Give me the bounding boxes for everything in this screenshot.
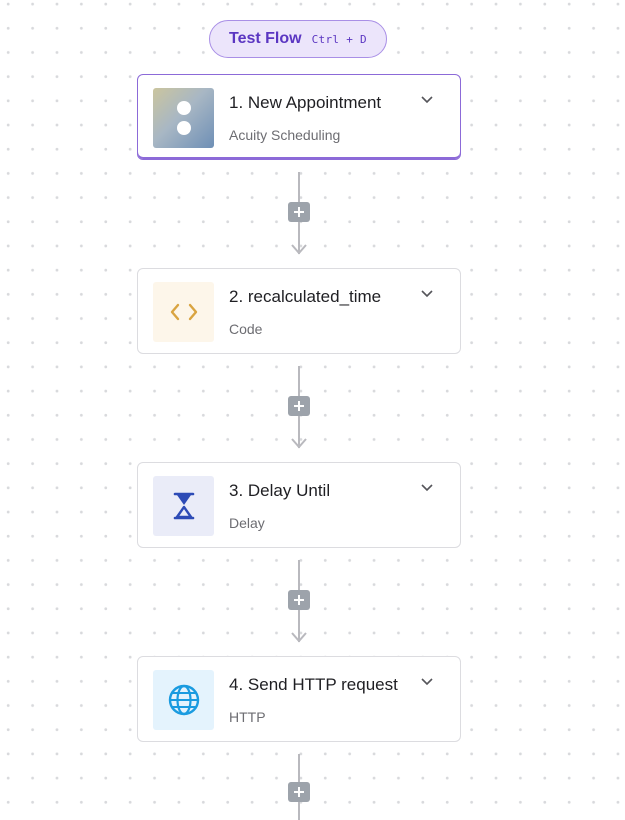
- plus-icon: [294, 595, 304, 605]
- step-connector: [287, 560, 311, 646]
- step-card-new-appointment[interactable]: 1. New Appointment Acuity Scheduling: [137, 74, 461, 160]
- step-subtitle: HTTP: [229, 709, 266, 725]
- acuity-scheduling-logo-icon: [153, 88, 214, 148]
- step-subtitle: Acuity Scheduling: [229, 127, 341, 143]
- globe-icon: [153, 670, 214, 730]
- connector-line: [298, 172, 300, 202]
- connector-line: [298, 754, 300, 784]
- step-title: 1. New Appointment: [229, 93, 382, 112]
- step-connector: [287, 366, 311, 452]
- add-step-button[interactable]: [288, 590, 310, 610]
- step-subtitle: Delay: [229, 515, 265, 531]
- arrow-down-icon: [291, 244, 307, 255]
- chevron-down-icon[interactable]: [420, 677, 434, 687]
- connector-line: [298, 802, 300, 820]
- test-flow-label: Test Flow: [229, 30, 302, 47]
- chevron-down-icon[interactable]: [420, 95, 434, 105]
- step-card-send-http-request[interactable]: 4. Send HTTP request HTTP: [137, 656, 461, 742]
- add-step-button[interactable]: [288, 782, 310, 802]
- add-step-button[interactable]: [288, 202, 310, 222]
- test-flow-shortcut: Ctrl + D: [311, 32, 367, 46]
- step-title: 3. Delay Until: [229, 481, 331, 500]
- arrow-down-icon: [291, 632, 307, 643]
- test-flow-button[interactable]: Test Flow Ctrl + D: [209, 20, 387, 58]
- step-title: 2. recalculated_time: [229, 287, 382, 306]
- connector-line: [298, 560, 300, 590]
- step-card-delay-until[interactable]: 3. Delay Until Delay: [137, 462, 461, 548]
- add-step-button[interactable]: [288, 396, 310, 416]
- step-connector: [287, 172, 311, 258]
- step-title: 4. Send HTTP request: [229, 675, 398, 694]
- connector-line: [298, 366, 300, 396]
- code-brackets-icon: [153, 282, 214, 342]
- plus-icon: [294, 787, 304, 797]
- chevron-down-icon[interactable]: [420, 483, 434, 493]
- hourglass-icon: [153, 476, 214, 536]
- step-subtitle: Code: [229, 321, 263, 337]
- chevron-down-icon[interactable]: [420, 289, 434, 299]
- step-connector: [287, 754, 311, 820]
- plus-icon: [294, 207, 304, 217]
- step-card-recalculated-time[interactable]: 2. recalculated_time Code: [137, 268, 461, 354]
- plus-icon: [294, 401, 304, 411]
- arrow-down-icon: [291, 438, 307, 449]
